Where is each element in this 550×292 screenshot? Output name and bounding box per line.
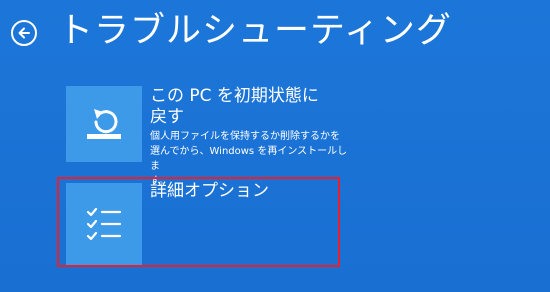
reset-pc-tile[interactable] bbox=[66, 86, 142, 162]
back-button[interactable] bbox=[11, 20, 37, 46]
reset-pc-description: 個人用ファイルを保持するか削除するかを 選んでから、Windows を再インスト… bbox=[150, 131, 348, 187]
reset-pc-icon bbox=[87, 109, 121, 139]
reset-pc-option[interactable]: この PC を初期状態に 戻す 個人用ファイルを保持するか削除するかを 選んでか… bbox=[66, 86, 347, 187]
checklist-icon bbox=[86, 207, 122, 241]
reset-pc-title: この PC を初期状態に 戻す bbox=[150, 86, 319, 127]
advanced-options-option[interactable]: 詳細オプション bbox=[66, 181, 346, 265]
back-arrow-icon bbox=[18, 27, 30, 39]
page-title: トラブルシューティング bbox=[58, 11, 452, 51]
advanced-options-tile[interactable] bbox=[66, 183, 142, 265]
advanced-options-title: 詳細オプション bbox=[150, 181, 269, 201]
